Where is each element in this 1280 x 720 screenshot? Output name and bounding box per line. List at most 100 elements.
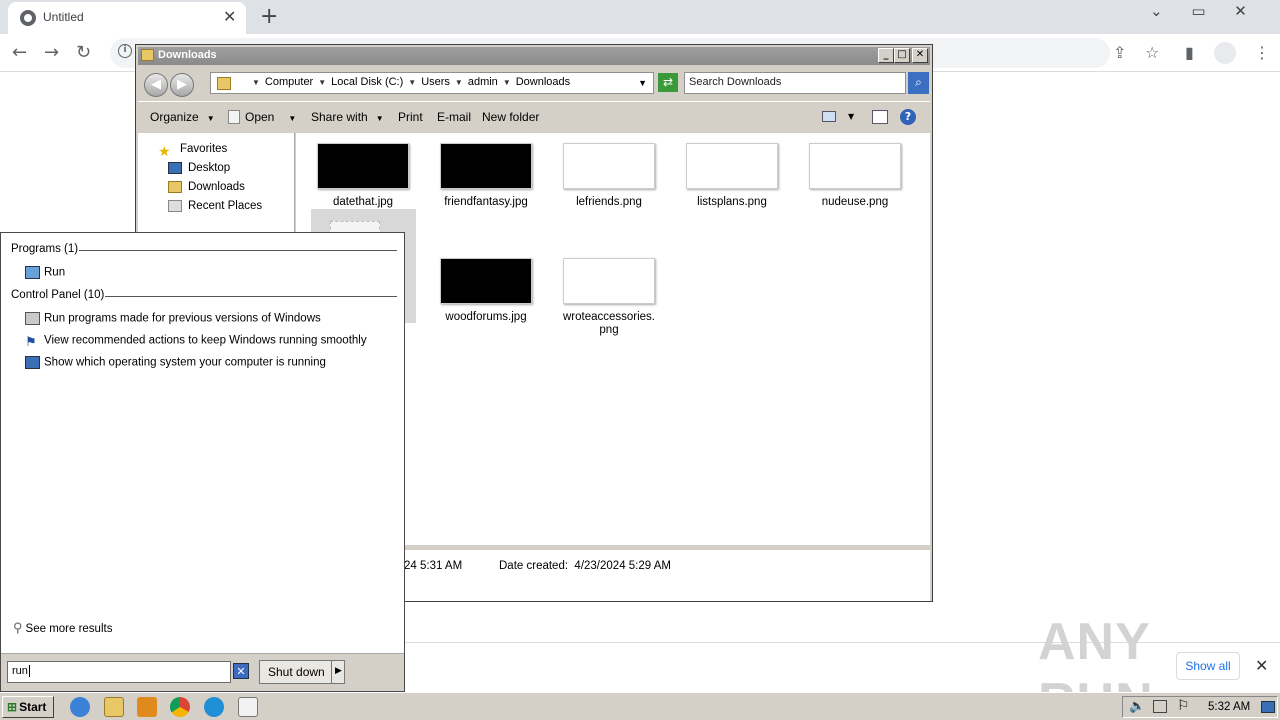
profile-avatar-icon[interactable] <box>1214 42 1236 64</box>
star-icon: ★ <box>158 143 171 159</box>
control-panel-item-compat[interactable]: Run programs made for previous versions … <box>25 312 321 325</box>
open-button[interactable]: Open ▼ <box>245 110 296 124</box>
file-thumbnail <box>440 143 532 189</box>
bookmark-star-icon[interactable]: ☆ <box>1145 43 1159 62</box>
edge-icon[interactable] <box>204 697 224 717</box>
control-panel-item-action-center[interactable]: ⚑ View recommended actions to keep Window… <box>25 334 367 349</box>
close-button[interactable]: ✕ <box>912 48 928 63</box>
back-icon[interactable]: ← <box>12 42 27 63</box>
folder-icon <box>141 49 154 61</box>
file-thumbnail <box>317 143 409 189</box>
preview-pane-icon[interactable] <box>872 110 888 124</box>
flag-icon[interactable]: ⚐ <box>1177 698 1190 714</box>
chevron-down-icon[interactable]: ▼ <box>638 78 647 88</box>
breadcrumb-admin[interactable]: admin <box>468 76 498 88</box>
taskbar: ⊞ Start 🔈 ⚐ 5:32 AM <box>0 692 1280 720</box>
file-name: wroteaccessories.png <box>562 311 656 336</box>
desktop-icon <box>168 162 182 174</box>
divider <box>79 250 397 251</box>
file-name: woodforums.jpg <box>445 311 527 323</box>
control-panel-header: Control Panel (10) <box>11 289 105 301</box>
file-name: friendfantasy.jpg <box>444 196 528 208</box>
share-with-button[interactable]: Share with ▼ <box>311 110 384 124</box>
explorer-taskbar-icon[interactable] <box>104 697 124 717</box>
start-menu-footer: run ✕ Shut down ▶ <box>1 653 404 691</box>
email-button[interactable]: E-mail <box>437 110 471 124</box>
network-icon[interactable] <box>1153 700 1167 713</box>
tab-close-icon[interactable]: ✕ <box>223 7 236 26</box>
breadcrumb-users[interactable]: Users <box>421 76 450 88</box>
site-info-icon[interactable]: i <box>118 44 132 58</box>
show-desktop-icon[interactable] <box>1261 701 1275 713</box>
compatibility-icon <box>25 312 40 325</box>
windows-logo-icon: ⊞ <box>7 700 18 714</box>
notepad-icon[interactable] <box>238 697 258 717</box>
window-controls[interactable]: ⌄ ▭ ✕ <box>1150 2 1259 20</box>
file-thumbnail <box>563 143 655 189</box>
divider <box>105 296 397 297</box>
flag-icon: ⚑ <box>25 334 37 349</box>
breadcrumb-computer[interactable]: Computer <box>265 76 313 88</box>
search-input[interactable]: Search Downloads <box>684 72 906 94</box>
minimize-button[interactable]: _ <box>878 48 894 63</box>
breadcrumb-downloads[interactable]: Downloads <box>516 76 570 88</box>
media-player-icon[interactable] <box>137 697 157 717</box>
breadcrumb-local-disk[interactable]: Local Disk (C:) <box>331 76 403 88</box>
view-options-icon[interactable] <box>822 111 836 122</box>
refresh-icon[interactable]: ⇄ <box>658 73 678 92</box>
explorer-command-bar: Organize ▼ Open ▼ Share with ▼ Print E-mail… <box>138 101 930 131</box>
nav-item-recent-places[interactable]: Recent Places <box>168 200 262 212</box>
internet-explorer-icon[interactable] <box>70 697 90 717</box>
file-name: datethat.jpg <box>332 196 394 208</box>
start-menu: Programs (1) Run Control Panel (10) Run … <box>0 232 405 692</box>
clear-search-icon[interactable]: ✕ <box>233 663 249 679</box>
file-name: nudeuse.png <box>821 196 889 208</box>
new-folder-button[interactable]: New folder <box>482 110 539 124</box>
file-thumbnail <box>440 258 532 304</box>
volume-icon[interactable]: 🔈 <box>1129 699 1145 714</box>
show-all-downloads-button[interactable]: Show all <box>1176 652 1240 680</box>
explorer-forward-button[interactable]: ▶ <box>170 73 194 97</box>
print-button[interactable]: Print <box>398 110 423 124</box>
file-name: listsplans.png <box>697 196 767 208</box>
menu-kebab-icon[interactable]: ⋮ <box>1254 43 1270 62</box>
breadcrumb[interactable]: ▼ Computer ▼ Local Disk (C:) ▼ Users ▼ admin ▼ Do… <box>210 72 654 94</box>
recent-places-icon <box>168 200 182 212</box>
programs-header: Programs (1) <box>11 243 79 255</box>
reload-icon[interactable]: ↻ <box>76 42 91 63</box>
share-icon[interactable]: ⇪ <box>1113 43 1126 62</box>
clock: 5:32 AM <box>1208 701 1251 713</box>
explorer-title: Downloads <box>158 49 217 61</box>
start-search-input[interactable]: run <box>7 661 231 683</box>
nav-item-downloads[interactable]: Downloads <box>168 181 245 193</box>
maximize-button[interactable]: □ <box>894 48 910 63</box>
new-tab-button[interactable]: + <box>260 4 278 29</box>
search-icon[interactable]: ⌕ <box>908 72 929 94</box>
explorer-titlebar[interactable]: Downloads _ □ ✕ <box>138 47 930 65</box>
start-button[interactable]: ⊞ Start <box>2 696 54 718</box>
file-thumbnail <box>809 143 901 189</box>
tab-untitled[interactable]: Untitled ✕ <box>8 2 246 34</box>
search-icon: ⚲ <box>13 620 23 635</box>
globe-icon <box>20 10 36 26</box>
download-bar-close-icon[interactable]: ✕ <box>1255 656 1268 675</box>
program-run[interactable]: Run <box>25 266 65 279</box>
run-icon <box>25 266 40 279</box>
explorer-back-button[interactable]: ◀ <box>144 73 168 97</box>
nav-item-desktop[interactable]: Desktop <box>168 162 230 174</box>
computer-info-icon <box>25 356 40 369</box>
control-panel-item-os-info[interactable]: Show which operating system your compute… <box>25 356 326 369</box>
shutdown-options-icon[interactable]: ▶ <box>331 660 345 684</box>
favorites-node[interactable]: ★ Favorites <box>158 143 227 159</box>
side-panel-icon[interactable]: ▮ <box>1185 43 1194 62</box>
date-created-value: Date created: 4/23/2024 5:29 AM <box>499 560 671 572</box>
explorer-address-row: ◀ ▶ ▼ Computer ▼ Local Disk (C:) ▼ Users ▼ admi… <box>138 67 930 101</box>
help-icon[interactable]: ? <box>900 109 916 125</box>
organize-button[interactable]: Organize ▼ <box>150 110 215 124</box>
chrome-icon[interactable] <box>170 697 190 717</box>
chevron-down-icon[interactable]: ▼ <box>848 112 854 121</box>
see-more-results-link[interactable]: ⚲ See more results <box>13 620 112 636</box>
system-tray: 🔈 ⚐ <box>1122 696 1278 718</box>
forward-icon[interactable]: → <box>44 42 59 63</box>
browser-tab-strip: Untitled ✕ + ⌄ ▭ ✕ <box>0 0 1280 34</box>
